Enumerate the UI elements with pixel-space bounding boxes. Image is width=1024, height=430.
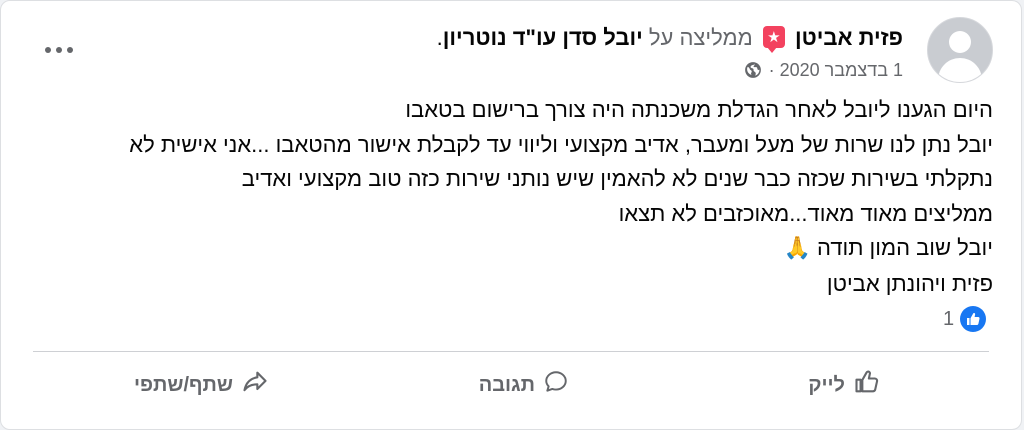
recommendation-star-icon <box>762 26 785 53</box>
share-icon <box>241 368 269 402</box>
post-line: יובל שוב המון תודה <box>817 235 993 261</box>
post-line: יובל נתן לנו שרות של מעל ומעבר, אדיב מקצ… <box>129 131 993 157</box>
recommendation-verb: ממליצה על <box>648 25 753 50</box>
share-label: שתף/שתפי <box>133 373 233 396</box>
post-line: נתקלתי בשירות שכזה כבר שנים לא להאמין שי… <box>241 166 993 192</box>
post-meta: 1 בדצמבר 2020 · <box>744 57 903 86</box>
reactions-summary[interactable]: 1 <box>943 305 987 333</box>
avatar-head-shape <box>949 31 971 53</box>
like-reaction-icon <box>960 306 987 332</box>
like-button[interactable]: לייק <box>808 365 881 405</box>
comment-button[interactable]: תגובה <box>479 365 569 405</box>
post-line-with-emoji: יובל שוב המון תודה 🙏 <box>13 231 994 267</box>
more-options-icon[interactable] <box>41 31 81 67</box>
comment-label: תגובה <box>478 373 535 396</box>
post-line: ממליצים מאוד מאוד...מאוכזבים לא תצאו <box>618 200 993 226</box>
comment-icon <box>543 369 569 401</box>
post-header: פזית אביטן ממליצה על יובל סדן עו"ד נוטרי… <box>437 23 903 53</box>
post-date[interactable]: 1 בדצמבר 2020 <box>780 60 903 80</box>
more-dot <box>67 47 73 53</box>
like-icon <box>853 368 881 402</box>
author-name[interactable]: פזית אביטן <box>795 25 903 50</box>
recommended-page-name[interactable]: יובל סדן עו"ד נוטריון <box>443 25 643 50</box>
post-text: היום הגענו ליובל לאחר הגדלת משכנתה היה צ… <box>13 93 993 302</box>
author-avatar[interactable] <box>927 17 993 83</box>
post-card: פזית אביטן ממליצה על יובל סדן עו"ד נוטרי… <box>0 0 1022 430</box>
avatar-body-shape <box>938 58 982 82</box>
actions-divider <box>33 351 989 352</box>
more-dot <box>45 47 51 53</box>
post-line: פזית ויהונתן אביטן <box>826 270 993 296</box>
like-label: לייק <box>808 373 845 396</box>
folded-hands-emoji: 🙏 <box>783 236 811 262</box>
reaction-count: 1 <box>943 307 955 330</box>
share-button[interactable]: שתף/שתפי <box>134 365 269 405</box>
meta-separator: · <box>768 60 775 80</box>
globe-icon[interactable] <box>744 60 762 86</box>
post-line: היום הגענו ליובל לאחר הגדלת משכנתה היה צ… <box>405 97 993 122</box>
more-dot <box>56 47 62 53</box>
